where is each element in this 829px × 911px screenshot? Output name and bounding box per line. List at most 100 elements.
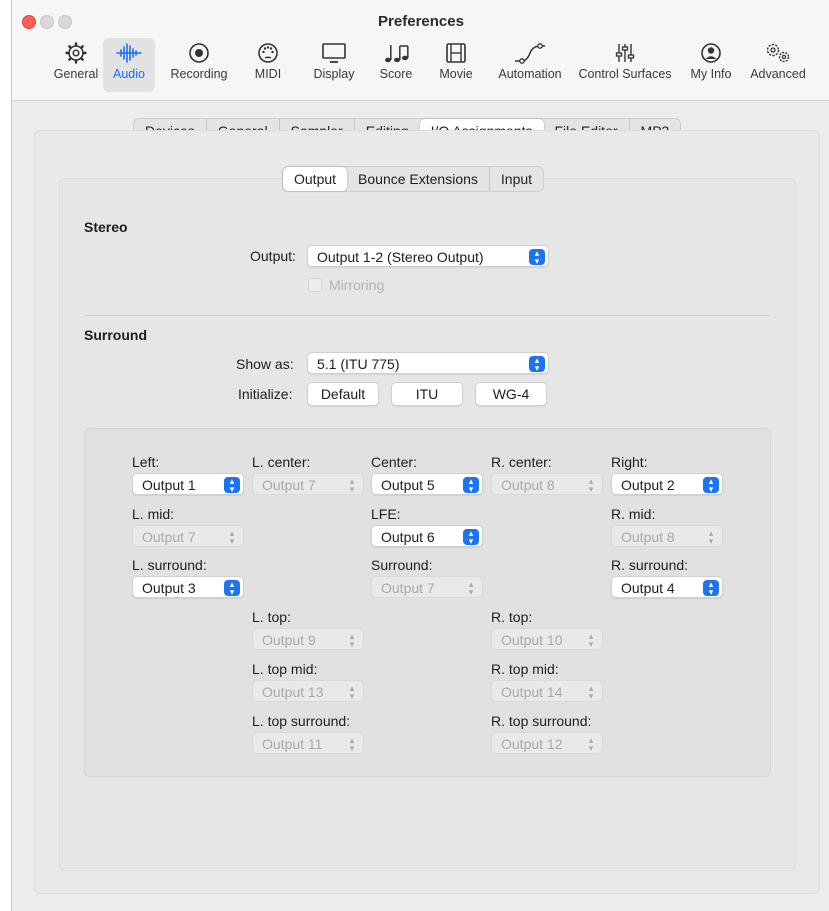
r-mid-output-value: Output 8 (621, 529, 675, 545)
chevron-updown-icon: ▴ ▾ (529, 249, 545, 266)
toolbar-label: My Info (690, 67, 732, 81)
l-top-surround-output-popup[interactable]: Output 11 ▴ ▾ (252, 732, 364, 754)
toolbar-score[interactable]: Score (372, 38, 420, 92)
r-top-mid-output-value: Output 14 (501, 684, 563, 700)
r-center-output-popup[interactable]: Output 8 ▴ ▾ (491, 473, 603, 495)
chevron-updown-icon: ▴ ▾ (708, 528, 714, 546)
left-output-popup[interactable]: Output 1 ▴ ▾ (132, 473, 244, 495)
automation-curve-icon (515, 43, 545, 64)
tab-input[interactable]: Input (488, 167, 543, 191)
lfe-output-value: Output 6 (381, 529, 435, 545)
surround-output-popup[interactable]: Output 7 ▴ ▾ (371, 576, 483, 598)
l-top-output-popup[interactable]: Output 9 ▴ ▾ (252, 628, 364, 650)
stereo-output-label: Output: (250, 248, 296, 264)
toolbar-audio[interactable]: Audio (103, 38, 155, 92)
right-label: Right: (611, 454, 648, 470)
l-center-output-value: Output 7 (262, 477, 316, 493)
show-as-popup[interactable]: 5.1 (ITU 775) ▴ ▾ (307, 352, 549, 374)
l-mid-output-value: Output 7 (142, 529, 196, 545)
r-surround-output-popup[interactable]: Output 4 ▴ ▾ (611, 576, 723, 598)
mirroring-label: Mirroring (329, 277, 385, 293)
chevron-updown-icon: ▴ ▾ (229, 528, 235, 546)
l-top-mid-output-popup[interactable]: Output 13 ▴ ▾ (252, 680, 364, 702)
music-notes-icon (385, 45, 409, 63)
toolbar-my-info[interactable]: My Info (684, 38, 738, 92)
left-label: Left: (132, 454, 160, 470)
r-mid-output-popup[interactable]: Output 8 ▴ ▾ (611, 525, 723, 547)
sub-tab-bar: Output Bounce Extensions Input (282, 166, 545, 192)
l-top-mid-output-value: Output 13 (262, 684, 324, 700)
r-top-output-popup[interactable]: Output 10 ▴ ▾ (491, 628, 603, 650)
r-top-output-value: Output 10 (501, 632, 563, 648)
surround-output-value: Output 7 (381, 580, 435, 596)
r-center-output-value: Output 8 (501, 477, 555, 493)
mirroring-checkbox[interactable] (308, 278, 322, 292)
toolbar-midi[interactable]: MIDI (242, 38, 294, 92)
waveform-icon (116, 43, 142, 63)
r-top-mid-label: R. top mid: (491, 661, 559, 677)
film-icon (446, 43, 466, 63)
chevron-updown-icon: ▴ ▾ (224, 477, 240, 494)
chevron-updown-icon: ▴ ▾ (703, 477, 719, 494)
l-center-output-popup[interactable]: Output 7 ▴ ▾ (252, 473, 364, 495)
toolbar-control-surfaces[interactable]: Control Surfaces (572, 38, 678, 92)
surround-section-title: Surround (84, 327, 147, 343)
initialize-default-button[interactable]: Default (307, 382, 379, 406)
r-top-surround-output-popup[interactable]: Output 12 ▴ ▾ (491, 732, 603, 754)
toolbar-automation[interactable]: Automation (490, 38, 570, 92)
toolbar-general[interactable]: General (48, 38, 104, 92)
tab-bounce-extensions[interactable]: Bounce Extensions (347, 167, 489, 191)
stereo-output-value: Output 1-2 (Stereo Output) (317, 249, 484, 265)
chevron-updown-icon: ▴ ▾ (588, 476, 594, 494)
l-surround-output-popup[interactable]: Output 3 ▴ ▾ (132, 576, 244, 598)
record-icon (189, 43, 209, 63)
toolbar-label: Score (379, 67, 413, 81)
toolbar-label: Movie (439, 67, 473, 81)
chevron-updown-icon: ▴ ▾ (588, 631, 594, 649)
toolbar-label: General (53, 67, 99, 81)
r-surround-label: R. surround: (611, 557, 689, 573)
toolbar-recording[interactable]: Recording (164, 38, 234, 92)
right-output-popup[interactable]: Output 2 ▴ ▾ (611, 473, 723, 495)
toolbar-label: Recording (170, 67, 228, 81)
toolbar-label: Advanced (750, 67, 806, 81)
r-center-label: R. center: (491, 454, 552, 470)
center-label: Center: (371, 454, 417, 470)
l-center-label: L. center: (252, 454, 311, 470)
window-title: Preferences (378, 13, 464, 30)
toolbar-display[interactable]: Display (306, 38, 362, 92)
midi-connector-icon (258, 43, 278, 63)
gear-icon (65, 42, 87, 64)
initialize-itu-button[interactable]: ITU (391, 382, 463, 406)
chevron-updown-icon: ▴ ▾ (703, 580, 719, 597)
toolbar-advanced[interactable]: Advanced (744, 38, 812, 92)
lfe-output-popup[interactable]: Output 6 ▴ ▾ (371, 525, 483, 547)
chevron-updown-icon: ▴ ▾ (463, 529, 479, 546)
r-top-surround-output-value: Output 12 (501, 736, 563, 752)
surround-label: Surround: (371, 557, 433, 573)
tab-output[interactable]: Output (283, 167, 348, 191)
chevron-updown-icon: ▴ ▾ (463, 477, 479, 494)
l-mid-label: L. mid: (132, 506, 175, 522)
l-mid-output-popup[interactable]: Output 7 ▴ ▾ (132, 525, 244, 547)
sliders-icon (615, 44, 635, 62)
section-divider (84, 315, 770, 316)
title-bar: Preferences General Audio Recording MIDI… (12, 0, 829, 101)
r-top-surround-label: R. top surround: (491, 713, 592, 729)
l-top-label: L. top: (252, 609, 291, 625)
l-top-mid-label: L. top mid: (252, 661, 318, 677)
center-output-popup[interactable]: Output 5 ▴ ▾ (371, 473, 483, 495)
r-top-mid-output-popup[interactable]: Output 14 ▴ ▾ (491, 680, 603, 702)
chevron-updown-icon: ▴ ▾ (529, 356, 545, 373)
monitor-icon (322, 43, 346, 63)
right-output-value: Output 2 (621, 477, 675, 493)
stereo-output-popup[interactable]: Output 1-2 (Stereo Output) ▴ ▾ (307, 245, 549, 267)
toolbar-label: Automation (498, 67, 562, 81)
l-top-surround-label: L. top surround: (252, 713, 351, 729)
toolbar-label: Display (313, 67, 355, 81)
toolbar-movie[interactable]: Movie (430, 38, 482, 92)
preferences-window: Preferences General Audio Recording MIDI… (11, 0, 829, 911)
initialize-wg4-button[interactable]: WG-4 (475, 382, 547, 406)
lfe-label: LFE: (371, 506, 401, 522)
chevron-updown-icon: ▴ ▾ (349, 476, 355, 494)
